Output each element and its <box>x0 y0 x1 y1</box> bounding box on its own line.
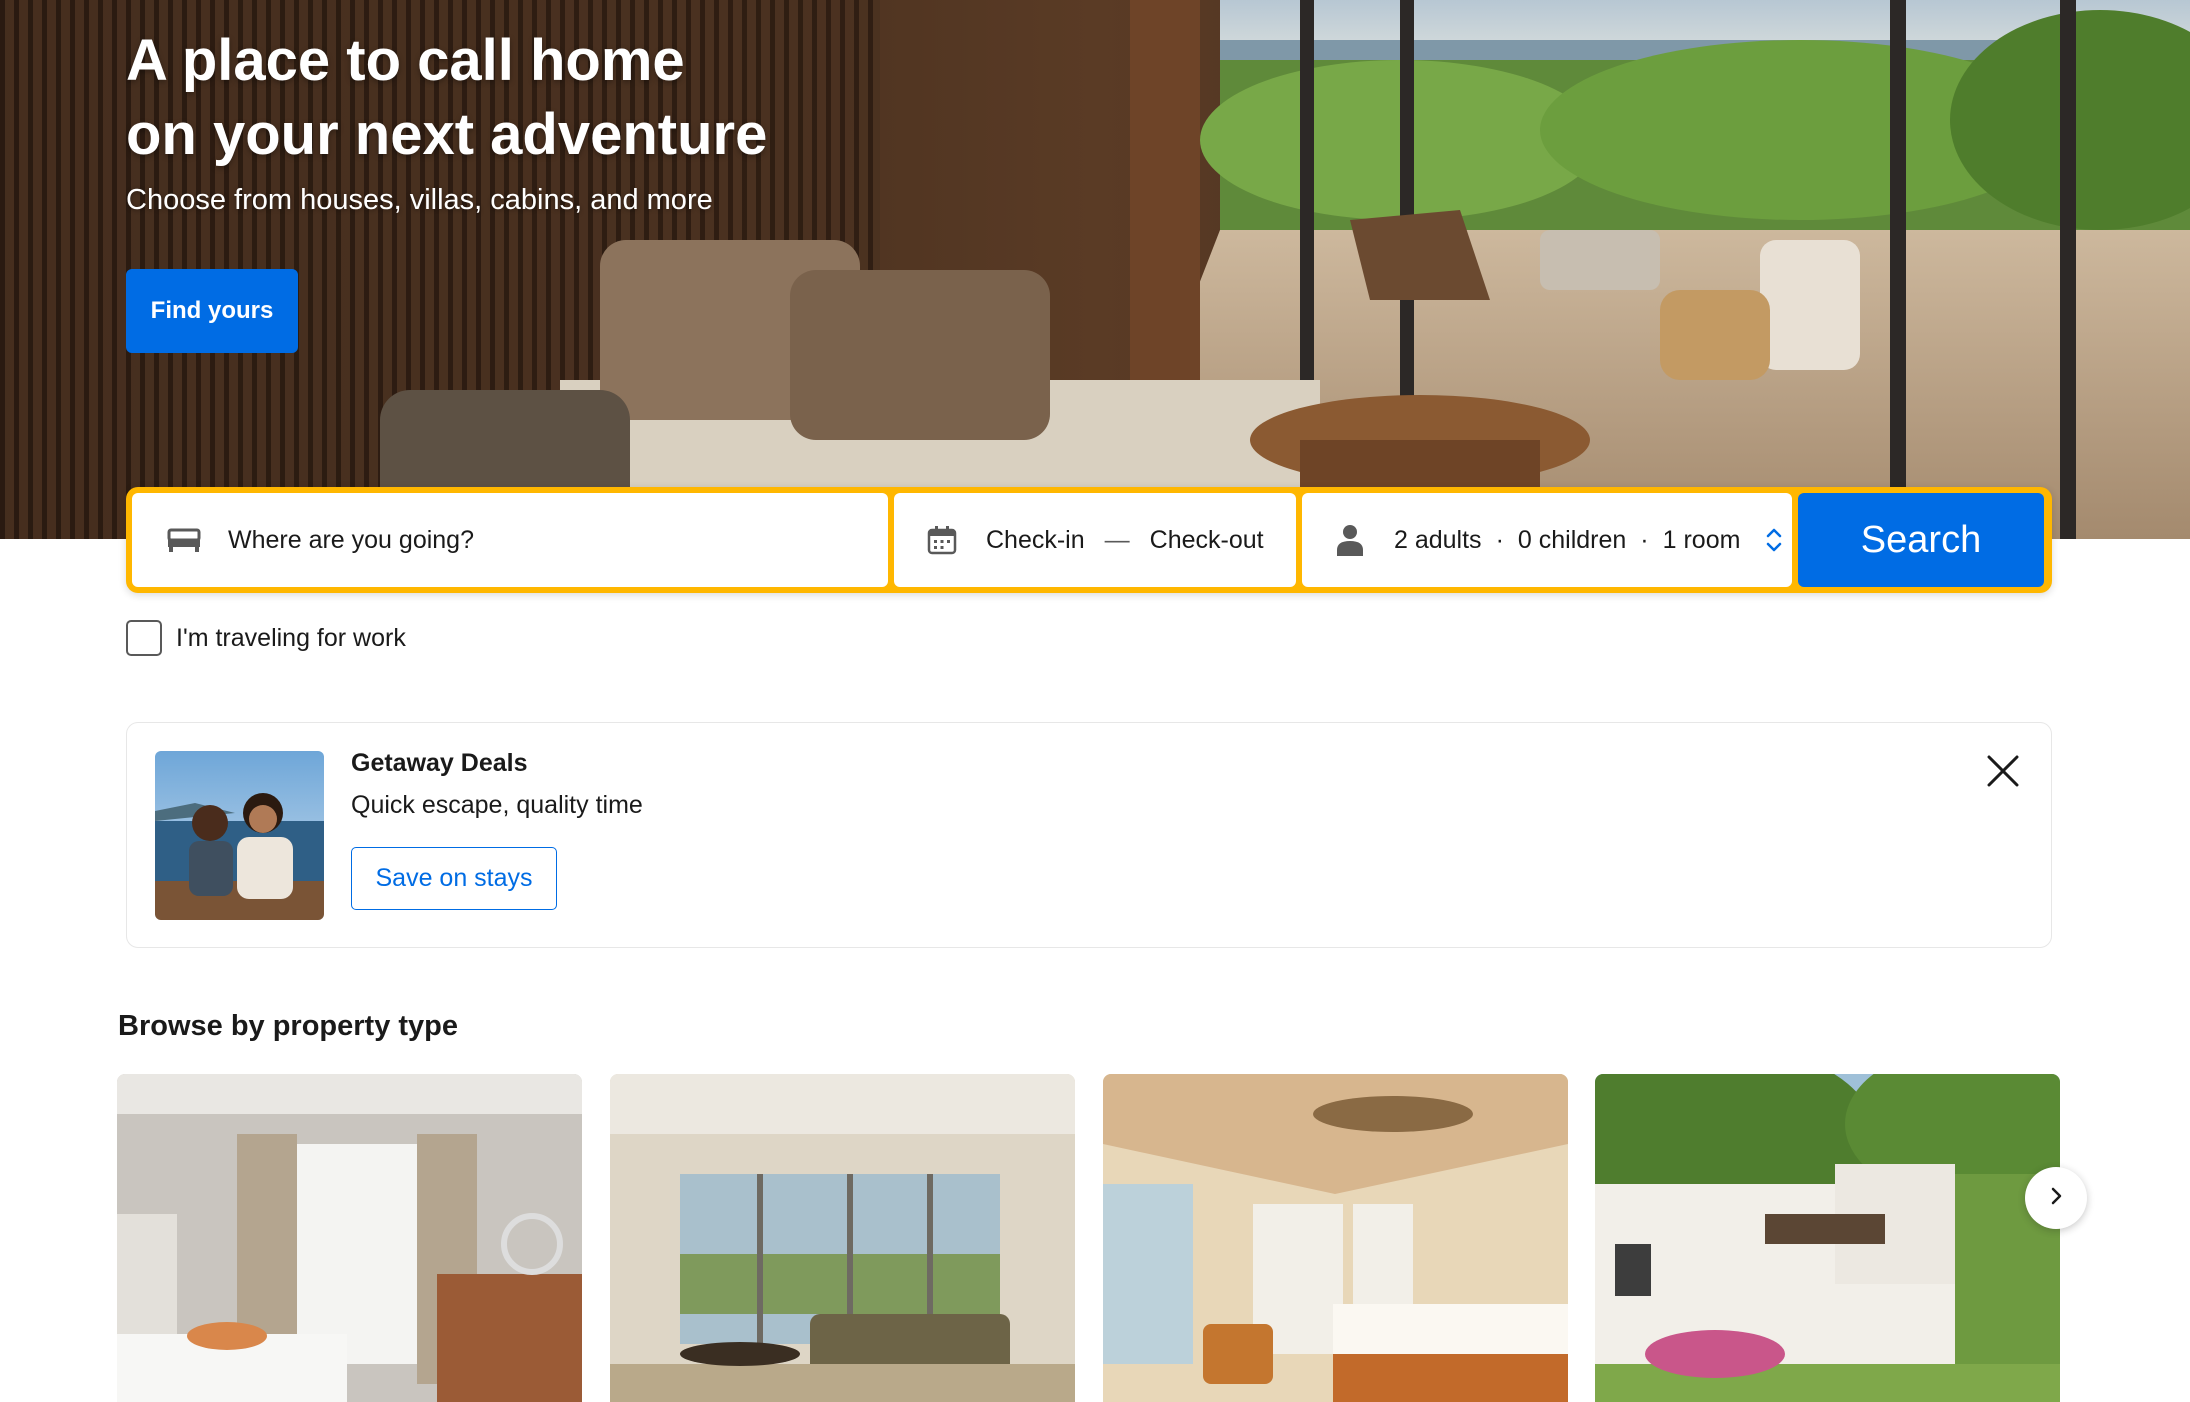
children-count: 0 children <box>1517 525 1627 554</box>
dates-separator: — <box>1104 525 1130 554</box>
hotel-room-image <box>117 1074 582 1402</box>
destination-input[interactable] <box>228 525 868 555</box>
hero-subtitle: Choose from houses, villas, cabins, and … <box>126 184 713 216</box>
getaway-deals-card: Getaway Deals Quick escape, quality time… <box>126 722 2052 948</box>
hero-title: A place to call home on your next advent… <box>126 24 886 172</box>
close-icon[interactable] <box>1985 753 2021 789</box>
hero-text: A place to call home on your next advent… <box>126 24 886 218</box>
checkout-label[interactable]: Check-out <box>1150 526 1264 555</box>
hero-title-line2: on your next adventure <box>126 102 768 167</box>
deal-image <box>155 751 324 920</box>
chevron-right-icon <box>2046 1184 2066 1213</box>
guests-field[interactable]: 2 adults · 0 children · 1 room <box>1302 493 1792 587</box>
search-bar: Check-in — Check-out 2 adults · 0 childr… <box>126 487 2052 593</box>
guest-separator: · <box>1495 525 1504 554</box>
calendar-icon <box>924 522 960 558</box>
hero-title-line1: A place to call home <box>126 28 685 93</box>
browse-title: Browse by property type <box>118 1010 459 1042</box>
page: A place to call home on your next advent… <box>0 0 2190 1402</box>
find-yours-button[interactable]: Find yours <box>126 269 298 353</box>
save-on-stays-button[interactable]: Save on stays <box>351 847 557 910</box>
bed-icon <box>166 522 202 558</box>
apartment-image <box>610 1074 1075 1402</box>
checkin-label[interactable]: Check-in <box>986 526 1085 555</box>
resort-room-image <box>1103 1074 1568 1402</box>
property-card-villa[interactable] <box>1595 1074 2060 1402</box>
work-travel-label[interactable]: I'm traveling for work <box>176 624 406 653</box>
search-button[interactable]: Search <box>1798 493 2044 587</box>
rooms-count: 1 room <box>1662 525 1741 554</box>
work-travel-checkbox[interactable] <box>126 620 162 656</box>
destination-field[interactable] <box>132 493 888 587</box>
person-icon <box>1332 522 1368 558</box>
hero-banner: A place to call home on your next advent… <box>0 0 2190 539</box>
carousel-next-button[interactable] <box>2025 1167 2087 1229</box>
property-card-apartment[interactable] <box>610 1074 1075 1402</box>
dates-field[interactable]: Check-in — Check-out <box>894 493 1296 587</box>
chevron-up-down-icon <box>1764 525 1784 555</box>
villa-image <box>1595 1074 2060 1402</box>
work-travel-row: I'm traveling for work <box>126 620 406 656</box>
deal-subtitle: Quick escape, quality time <box>351 791 643 819</box>
property-card-hotel[interactable] <box>117 1074 582 1402</box>
adults-count: 2 adults <box>1394 525 1482 554</box>
property-card-resort[interactable] <box>1103 1074 1568 1402</box>
guest-separator: · <box>1640 525 1649 554</box>
deal-title: Getaway Deals <box>351 749 528 777</box>
